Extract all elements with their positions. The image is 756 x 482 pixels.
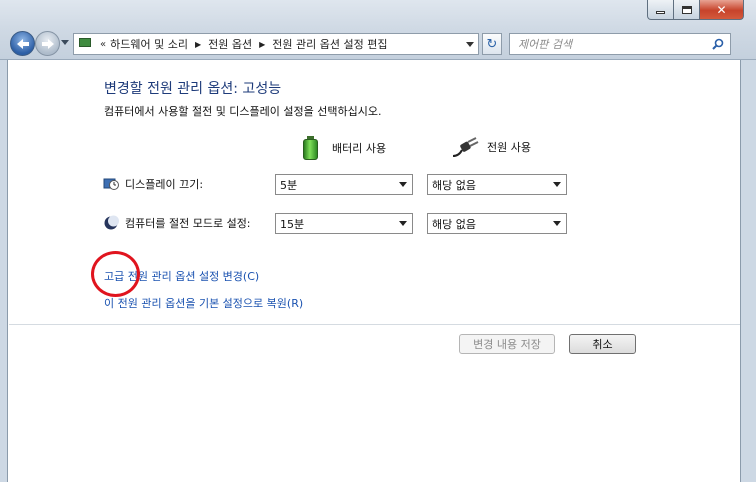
display-off-plugged-value: 해당 없음 [432, 178, 476, 192]
display-off-plugged-select[interactable]: 해당 없음 [427, 174, 567, 195]
cancel-button[interactable]: 취소 [569, 334, 636, 354]
window-left-border [0, 60, 8, 482]
plugged-column-label: 전원 사용 [487, 141, 531, 154]
chevron-down-icon [553, 182, 561, 187]
display-off-battery-value: 5분 [280, 178, 298, 192]
battery-column-header: 배터리 사용 [303, 136, 386, 160]
maximize-button[interactable] [674, 0, 700, 20]
chevron-down-icon [399, 182, 407, 187]
chevron-down-icon [399, 221, 407, 226]
search-icon[interactable] [712, 38, 724, 50]
restore-defaults-link[interactable]: 이 전원 관리 옵션을 기본 설정으로 복원(R) [104, 295, 303, 311]
breadcrumb-item-edit-plan[interactable]: 전원 관리 옵션 설정 편집 [272, 36, 387, 52]
battery-column-label: 배터리 사용 [332, 142, 387, 155]
control-panel-icon [78, 37, 94, 51]
search-input[interactable] [516, 35, 706, 53]
minimize-icon [656, 11, 665, 14]
arrow-right-icon [41, 38, 54, 49]
display-off-label: 디스플레이 끄기: [125, 178, 204, 191]
address-dropdown-icon[interactable] [466, 42, 474, 47]
close-icon: ✕ [716, 2, 727, 17]
breadcrumb-separator-icon[interactable]: ▶ [195, 40, 201, 49]
address-bar[interactable]: « 하드웨어 및 소리 ▶ 전원 옵션 ▶ 전원 관리 옵션 설정 편집 [73, 33, 479, 55]
power-plan-settings-window: ✕ « 하드웨어 및 소리 ▶ 전원 옵션 ▶ 전원 관리 옵션 설정 편집 ↻… [0, 0, 756, 482]
moon-sleep-icon [103, 215, 119, 231]
display-off-row-label: 디스플레이 끄기: [103, 176, 203, 192]
chevron-down-icon [553, 221, 561, 226]
breadcrumb-item-power-options[interactable]: 전원 옵션 [208, 36, 252, 52]
refresh-icon: ↻ [486, 36, 498, 52]
save-changes-button[interactable]: 변경 내용 저장 [459, 334, 555, 354]
sleep-row-label: 컴퓨터를 절전 모드로 설정: [103, 215, 251, 231]
minimize-button[interactable] [647, 0, 674, 20]
sleep-battery-select[interactable]: 15분 [275, 213, 413, 234]
recent-pages-dropdown[interactable] [61, 40, 69, 45]
sleep-plugged-select[interactable]: 해당 없음 [427, 213, 567, 234]
power-plug-icon [452, 137, 479, 157]
refresh-button[interactable]: ↻ [482, 33, 502, 55]
search-box[interactable] [509, 33, 731, 55]
page-title: 변경할 전원 관리 옵션: 고성능 [104, 81, 282, 97]
breadcrumb-separator-icon[interactable]: ▶ [259, 40, 265, 49]
display-clock-icon [103, 176, 119, 192]
sleep-battery-value: 15분 [280, 217, 305, 231]
close-button[interactable]: ✕ [700, 0, 744, 20]
page-description: 컴퓨터에서 사용할 절전 및 디스플레이 설정을 선택하십시오. [104, 105, 382, 118]
arrow-left-icon [16, 38, 29, 49]
plugged-column-header: 전원 사용 [451, 136, 531, 158]
divider [9, 324, 740, 325]
display-off-battery-select[interactable]: 5분 [275, 174, 413, 195]
sleep-plugged-value: 해당 없음 [432, 217, 476, 231]
maximize-icon [681, 5, 692, 14]
highlight-circle-annotation [91, 251, 140, 297]
back-button[interactable] [10, 31, 35, 56]
window-right-border [740, 60, 756, 482]
breadcrumb-overflow[interactable]: « [100, 39, 106, 50]
caption-buttons: ✕ [647, 0, 744, 20]
sleep-label: 컴퓨터를 절전 모드로 설정: [125, 217, 251, 230]
breadcrumb-item-hardware-sound[interactable]: 하드웨어 및 소리 [110, 36, 188, 52]
battery-icon [303, 136, 318, 160]
forward-button[interactable] [35, 31, 60, 56]
